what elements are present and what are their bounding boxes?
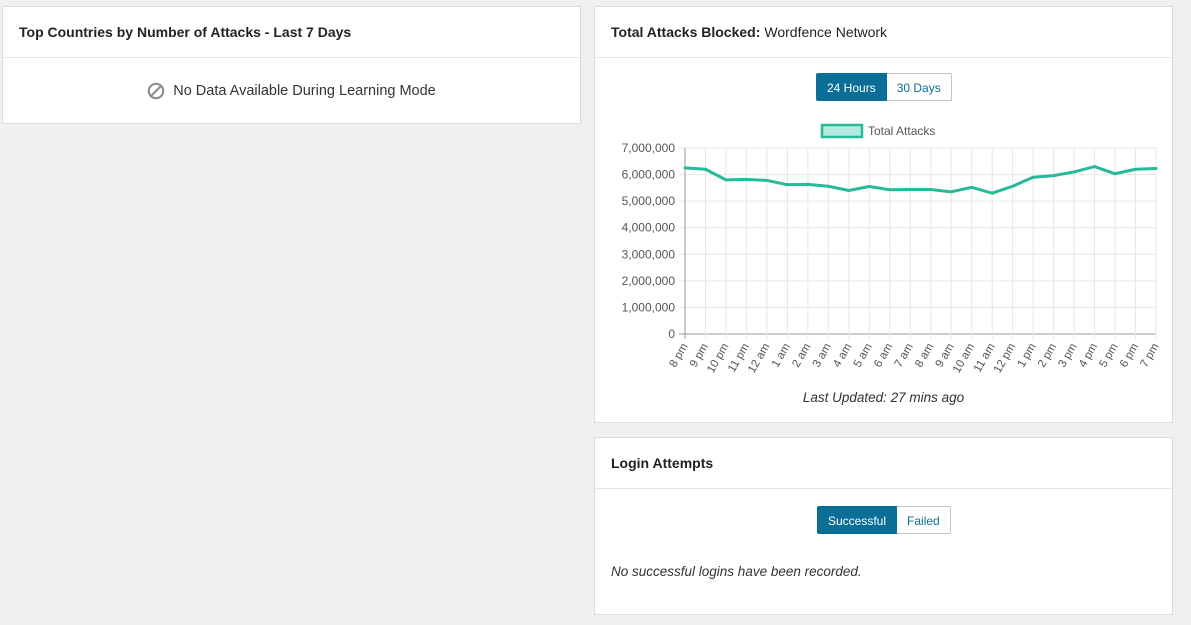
data-point: [950, 190, 953, 194]
data-point: [888, 188, 891, 191]
data-point: [1052, 174, 1055, 177]
x-tick-label: 8 pm: [667, 342, 690, 370]
data-point: [847, 189, 851, 192]
top-countries-panel: Top Countries by Number of Attacks - Las…: [2, 6, 581, 124]
data-point: [909, 188, 912, 191]
toggle-30-days-button[interactable]: 30 Days: [886, 73, 952, 101]
x-tick-label: 1 pm: [1016, 342, 1039, 370]
toggle-failed-button[interactable]: Failed: [897, 506, 951, 534]
y-tick-label: 5,000,000: [622, 194, 676, 208]
data-point: [1011, 185, 1014, 188]
data-point: [1154, 167, 1158, 170]
prohibited-icon: [147, 82, 165, 100]
toggle-successful-button[interactable]: Successful: [817, 506, 898, 534]
panel-title: Top Countries by Number of Attacks - Las…: [19, 24, 352, 40]
y-tick-label: 7,000,000: [622, 141, 676, 155]
toggle-24-hours-button[interactable]: 24 Hours: [816, 73, 887, 101]
x-tick-label: 6 pm: [1118, 342, 1141, 370]
y-tick-label: 2,000,000: [622, 274, 676, 288]
last-updated-text: Last Updated: 27 mins ago: [802, 390, 965, 405]
series-line-total-attacks: [683, 165, 1158, 195]
y-tick-label: 4,000,000: [622, 221, 676, 235]
x-tick-label: 5 am: [852, 342, 875, 370]
panel-header: Total Attacks Blocked: Wordfence Network: [595, 7, 1172, 58]
x-tick-label: 2 pm: [1036, 342, 1059, 370]
x-tick-label: 7 am: [893, 342, 916, 370]
data-point: [724, 178, 728, 182]
y-tick-label: 3,000,000: [622, 247, 676, 261]
no-data-message: No Data Available During Learning Mode: [3, 58, 580, 124]
data-point: [745, 178, 748, 181]
panel-header: Login Attempts: [595, 438, 1172, 489]
data-point: [765, 179, 769, 182]
data-point: [704, 168, 707, 171]
data-point: [786, 183, 789, 186]
x-tick-label: 7 pm: [1138, 342, 1161, 370]
y-tick-label: 1,000,000: [622, 300, 676, 314]
login-attempts-panel: Login Attempts Successful Failed No succ…: [594, 437, 1173, 615]
data-point: [1031, 176, 1035, 179]
x-tick-label: 3 pm: [1057, 342, 1080, 370]
range-toggle: 24 Hours 30 Days: [816, 73, 952, 101]
login-toggle: Successful Failed: [817, 506, 951, 534]
legend-swatch: [820, 123, 864, 139]
x-tick-label: 4 am: [831, 342, 854, 370]
y-tick-label: 6,000,000: [622, 168, 676, 182]
data-point: [990, 191, 994, 195]
data-point: [683, 166, 687, 170]
no-logins-message: No successful logins have been recorded.: [611, 564, 862, 579]
panel-header: Top Countries by Number of Attacks - Las…: [3, 7, 580, 58]
panel-title: Login Attempts: [611, 455, 714, 471]
data-point: [1113, 172, 1117, 175]
x-tick-label: 6 am: [872, 342, 895, 370]
data-point: [1134, 168, 1137, 171]
data-point: [929, 188, 932, 191]
panel-title: Total Attacks Blocked:: [611, 24, 761, 40]
data-point: [827, 185, 830, 188]
no-data-text: No Data Available During Learning Mode: [173, 83, 436, 99]
data-point: [806, 183, 810, 186]
y-tick-label: 0: [668, 327, 675, 341]
x-tick-label: 5 pm: [1097, 342, 1120, 370]
x-tick-label: 4 pm: [1077, 341, 1100, 369]
panel-subtitle: Wordfence Network: [764, 24, 888, 40]
data-point: [868, 185, 871, 188]
data-point: [1093, 165, 1096, 168]
attacks-line-chart: 0 1,000,000 2,000,000 3,000,000 4,000,000 5,0…: [622, 123, 1162, 375]
data-point: [970, 186, 973, 189]
x-tick-label: 8 am: [913, 342, 936, 370]
legend-label: Total Attacks: [868, 124, 935, 138]
x-tick-label: 2 am: [790, 342, 813, 370]
x-tick-label: 1 am: [770, 342, 793, 370]
x-tick-label: 3 am: [811, 342, 834, 370]
total-attacks-panel: Total Attacks Blocked: Wordfence Network…: [594, 6, 1173, 423]
data-point: [1072, 170, 1076, 174]
